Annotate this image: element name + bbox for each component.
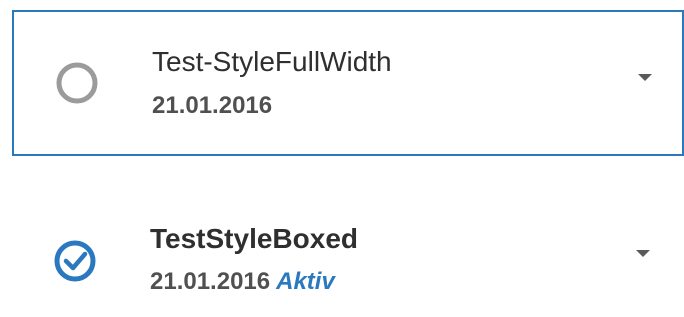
empty-circle-icon[interactable] <box>54 60 100 106</box>
list-item[interactable]: Test-StyleFullWidth 21.01.2016 <box>12 10 684 156</box>
item-date-text: 21.01.2016 <box>152 92 273 119</box>
list-item[interactable]: TestStyleBoxed 21.01.2016 Aktiv <box>12 190 684 300</box>
style-list: Test-StyleFullWidth 21.01.2016 TestStyle… <box>0 0 684 317</box>
chevron-down-icon[interactable] <box>638 74 652 81</box>
status-badge: Aktiv <box>276 268 335 295</box>
item-date: 21.01.2016 <box>152 92 272 120</box>
check-circle-icon[interactable] <box>52 238 98 284</box>
item-title: Test-StyleFullWidth <box>152 46 392 77</box>
item-title: TestStyleBoxed <box>150 223 358 254</box>
item-date-text: 21.01.2016 <box>150 268 271 295</box>
chevron-down-icon[interactable] <box>636 250 650 257</box>
item-date: 21.01.2016 Aktiv <box>150 268 335 296</box>
